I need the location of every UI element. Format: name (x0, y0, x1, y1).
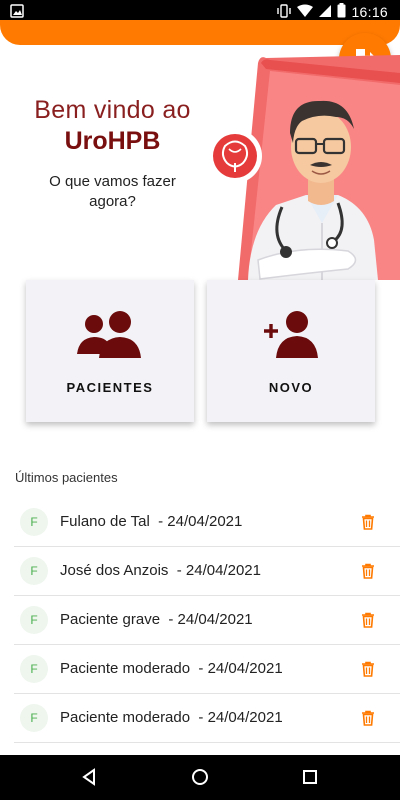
patient-name: Paciente grave - 24/04/2021 (60, 611, 253, 628)
recents-icon[interactable] (300, 767, 320, 787)
patient-name: José dos Anzois - 24/04/2021 (60, 562, 261, 579)
trash-icon[interactable] (361, 710, 375, 726)
wifi-icon (297, 4, 314, 21)
list-item[interactable]: F José dos Anzois - 24/04/2021 (14, 547, 400, 596)
recent-patients-title: Últimos pacientes (15, 470, 118, 485)
patient-name: Paciente moderado - 24/04/2021 (60, 709, 283, 726)
avatar: F (20, 655, 48, 683)
back-icon[interactable] (80, 767, 100, 787)
patients-card-button[interactable]: PACIENTES (26, 280, 194, 422)
trash-icon[interactable] (361, 612, 375, 628)
vibrate-icon (276, 3, 292, 21)
app-name: UroHPB (64, 127, 161, 155)
avatar: F (20, 557, 48, 585)
list-item[interactable]: F Paciente grave - 24/04/2021 (14, 596, 400, 645)
trash-icon[interactable] (361, 661, 375, 677)
list-item[interactable]: F Fulano de Tal - 24/04/2021 (14, 498, 400, 547)
list-item[interactable]: F Paciente moderado - 24/04/2021 (14, 694, 400, 743)
welcome-greeting: Bem vindo ao (34, 96, 191, 124)
patient-name: Fulano de Tal - 24/04/2021 (60, 513, 243, 530)
new-patient-card-button[interactable]: NOVO (207, 280, 375, 422)
patients-card-label: PACIENTES (66, 380, 154, 395)
navigation-bar (0, 755, 400, 800)
add-user-icon (263, 310, 319, 362)
patient-name: Paciente moderado - 24/04/2021 (60, 660, 283, 677)
list-item[interactable]: F Paciente moderado - 24/04/2021 (14, 645, 400, 694)
recent-patients-list: F Fulano de Tal - 24/04/2021 F José dos … (0, 498, 400, 743)
app-screen: 16:16 Bem vindo ao UroHPB O que vamos fa… (0, 0, 400, 800)
trash-icon[interactable] (361, 514, 375, 530)
home-icon[interactable] (190, 767, 210, 787)
trash-icon[interactable] (361, 563, 375, 579)
status-time: 16:16 (351, 4, 388, 20)
image-icon (10, 4, 24, 21)
avatar: F (20, 606, 48, 634)
users-icon (77, 310, 143, 362)
battery-icon (337, 3, 346, 21)
status-icons: 16:16 (276, 3, 388, 21)
welcome-block: Bem vindo ao UroHPB (0, 96, 225, 156)
doctor-illustration (198, 55, 400, 280)
avatar: F (20, 704, 48, 732)
new-patient-card-label: NOVO (268, 380, 314, 395)
welcome-question: O que vamos fazer agora? (49, 173, 176, 210)
signal-icon (318, 4, 332, 21)
avatar: F (20, 508, 48, 536)
app-header (0, 20, 400, 45)
